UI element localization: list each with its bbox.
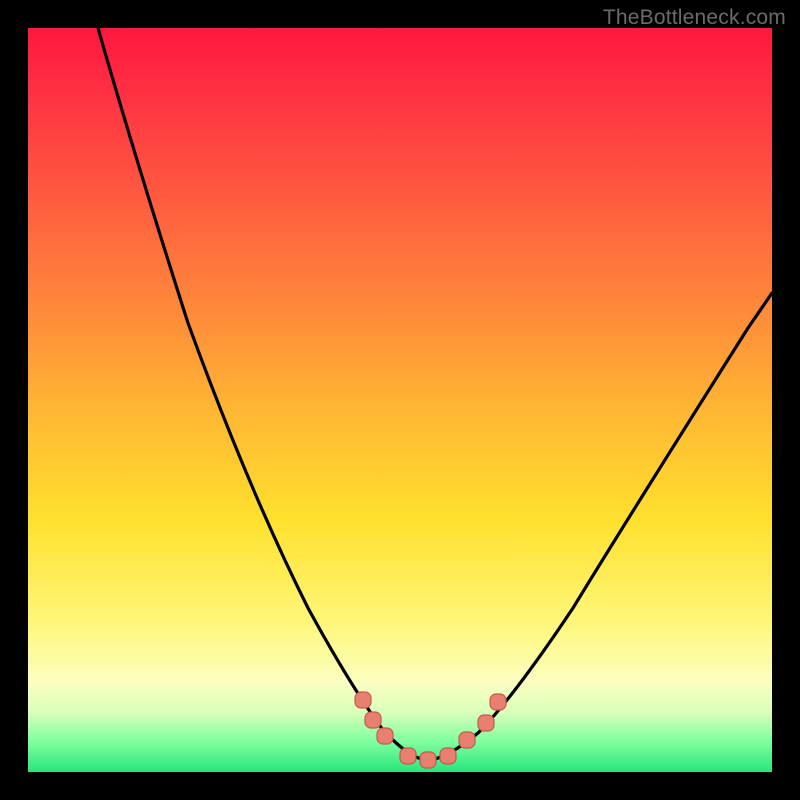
chart-frame: TheBottleneck.com [0,0,800,800]
bead-marker [365,712,381,728]
curve-layer [28,28,772,772]
bead-group [355,692,506,768]
bead-marker [355,692,371,708]
plot-area [28,28,772,772]
bead-marker [478,715,494,731]
watermark-text: TheBottleneck.com [603,6,786,30]
bead-marker [490,694,506,710]
bead-marker [420,752,436,768]
bottleneck-curve [98,28,772,761]
bead-marker [459,732,475,748]
bead-marker [440,748,456,764]
bead-marker [377,728,393,744]
bead-marker [400,748,416,764]
